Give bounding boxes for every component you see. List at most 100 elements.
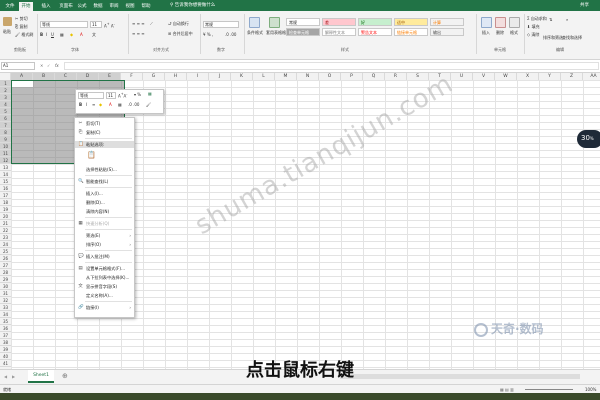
insert-cells-icon[interactable]: [481, 17, 492, 28]
mini-painter-icon[interactable]: 🖌: [146, 102, 151, 107]
copy-button[interactable]: ⎘ 复制: [15, 24, 27, 30]
cell-style-7[interactable]: 警告文本: [358, 28, 392, 36]
mini-italic-button[interactable]: I: [86, 102, 87, 107]
number-format-select[interactable]: 常规: [203, 21, 239, 28]
row-header-36[interactable]: 36: [0, 325, 11, 332]
formula-input[interactable]: [64, 62, 599, 70]
row-header-33[interactable]: 33: [0, 304, 11, 311]
grow-font-icon[interactable]: A+ A-: [104, 22, 115, 28]
cell-style-5[interactable]: 检查单元格: [286, 28, 320, 36]
context-menu-item-16[interactable]: 定义名称(A)...: [75, 292, 134, 299]
row-header-2[interactable]: 2: [0, 87, 11, 94]
name-box[interactable]: A1: [1, 62, 35, 70]
cell-style-8[interactable]: 链接单元格: [394, 28, 428, 36]
context-menu-item-12[interactable]: 💬 插入批注(M): [75, 253, 134, 260]
row-header-29[interactable]: 29: [0, 276, 11, 283]
tab-4[interactable]: 公式: [75, 2, 89, 11]
column-header-J[interactable]: J: [209, 73, 231, 80]
conditional-format-icon[interactable]: [249, 17, 260, 28]
cell-style-9[interactable]: 输出: [430, 28, 464, 36]
fill-color-icon[interactable]: ◆: [70, 32, 73, 37]
context-menu-item-0[interactable]: ✂ 剪切(T): [75, 120, 134, 127]
conditional-format-button[interactable]: 条件格式: [247, 30, 263, 36]
mini-align-icon[interactable]: ≡: [92, 102, 95, 107]
mini-size-select[interactable]: 11: [106, 92, 116, 99]
sort-filter-button[interactable]: 排序和筛选: [543, 35, 563, 41]
format-cells-button[interactable]: 格式: [510, 30, 518, 36]
row-header-10[interactable]: 10: [0, 143, 11, 150]
mini-borders-icon[interactable]: ▦: [118, 102, 122, 107]
tab-7[interactable]: 视图: [123, 2, 137, 11]
delete-cells-button[interactable]: 删除: [496, 30, 504, 36]
cell-style-4[interactable]: 计算: [430, 18, 464, 26]
wrap-text-button[interactable]: ⮐ 自动换行: [168, 21, 189, 28]
orientation-icon[interactable]: ⟋: [150, 21, 153, 26]
sort-filter-icon[interactable]: ⇅: [549, 17, 552, 22]
row-header-6[interactable]: 6: [0, 115, 11, 122]
column-header-A[interactable]: A: [11, 73, 33, 80]
tab-3[interactable]: 页面布局: [59, 2, 73, 18]
column-header-K[interactable]: K: [231, 73, 253, 80]
row-header-26[interactable]: 26: [0, 255, 11, 262]
column-header-Z[interactable]: Z: [561, 73, 583, 80]
cut-button[interactable]: ✂ 剪切: [15, 16, 28, 22]
column-header-P[interactable]: P: [341, 73, 363, 80]
mini-format-icon[interactable]: ▦: [148, 91, 152, 96]
mini-fill-color-icon[interactable]: ◆: [99, 102, 102, 107]
row-header-21[interactable]: 21: [0, 220, 11, 227]
cancel-icon[interactable]: ✕: [40, 63, 43, 68]
column-header-C[interactable]: C: [55, 73, 77, 80]
row-header-32[interactable]: 32: [0, 297, 11, 304]
row-header-1[interactable]: 1: [0, 80, 11, 87]
format-painter-button[interactable]: 🖌 格式刷: [15, 32, 33, 38]
row-header-8[interactable]: 8: [0, 129, 11, 136]
column-header-U[interactable]: U: [451, 73, 473, 80]
row-header-7[interactable]: 7: [0, 122, 11, 129]
cell-style-0[interactable]: 常规: [286, 18, 320, 26]
row-header-19[interactable]: 19: [0, 206, 11, 213]
tab-0[interactable]: 文件: [3, 2, 17, 11]
row-header-35[interactable]: 35: [0, 318, 11, 325]
insert-cells-button[interactable]: 插入: [482, 30, 490, 36]
row-header-12[interactable]: 12: [0, 157, 11, 164]
context-menu-item-7[interactable]: 删除(D)...: [75, 199, 134, 206]
row-header-11[interactable]: 11: [0, 150, 11, 157]
find-select-icon[interactable]: ⌕: [566, 17, 568, 22]
phonetic-icon[interactable]: 文: [92, 32, 96, 38]
context-menu-item-11[interactable]: 排序(O) ›: [75, 241, 134, 248]
context-menu-item-2[interactable]: 📋 粘贴选项:: [75, 141, 134, 148]
context-menu-item-10[interactable]: 筛选(E) ›: [75, 232, 134, 239]
row-header-30[interactable]: 30: [0, 283, 11, 290]
row-header-16[interactable]: 16: [0, 185, 11, 192]
mini-font-color-icon[interactable]: A: [109, 102, 112, 107]
context-menu-item-5[interactable]: 🔍 智能查找(L): [75, 178, 134, 185]
decimal-icon[interactable]: .0 .00: [225, 32, 236, 37]
function-icon[interactable]: fx: [55, 63, 59, 68]
context-menu-item-17[interactable]: 🔗 链接(I) ›: [75, 304, 134, 311]
row-header-28[interactable]: 28: [0, 269, 11, 276]
format-table-icon[interactable]: [269, 17, 280, 28]
row-header-25[interactable]: 25: [0, 248, 11, 255]
italic-button[interactable]: I: [46, 32, 47, 37]
cell-style-3[interactable]: 适中: [394, 18, 428, 26]
column-header-L[interactable]: L: [253, 73, 275, 80]
tab-8[interactable]: 帮助: [139, 2, 153, 11]
fill-button[interactable]: ⬇ 填充: [527, 24, 540, 30]
currency-icon[interactable]: ¥ % ,: [203, 32, 213, 37]
column-header-M[interactable]: M: [275, 73, 297, 80]
context-menu-item-3[interactable]: 📋: [75, 150, 134, 164]
column-header-Q[interactable]: Q: [363, 73, 385, 80]
row-header-37[interactable]: 37: [0, 332, 11, 339]
confirm-icon[interactable]: ✓: [47, 63, 50, 68]
bold-button[interactable]: B: [40, 32, 43, 37]
paste-icon[interactable]: [3, 17, 12, 26]
row-header-27[interactable]: 27: [0, 262, 11, 269]
row-header-22[interactable]: 22: [0, 227, 11, 234]
align-top-icon[interactable]: ≡ ≡ ≡: [132, 21, 145, 26]
row-header-4[interactable]: 4: [0, 101, 11, 108]
column-header-V[interactable]: V: [473, 73, 495, 80]
column-header-D[interactable]: D: [77, 73, 99, 80]
column-header-Y[interactable]: Y: [539, 73, 561, 80]
tab-2[interactable]: 插入: [35, 2, 57, 11]
mini-font-select[interactable]: 等线: [78, 92, 104, 99]
